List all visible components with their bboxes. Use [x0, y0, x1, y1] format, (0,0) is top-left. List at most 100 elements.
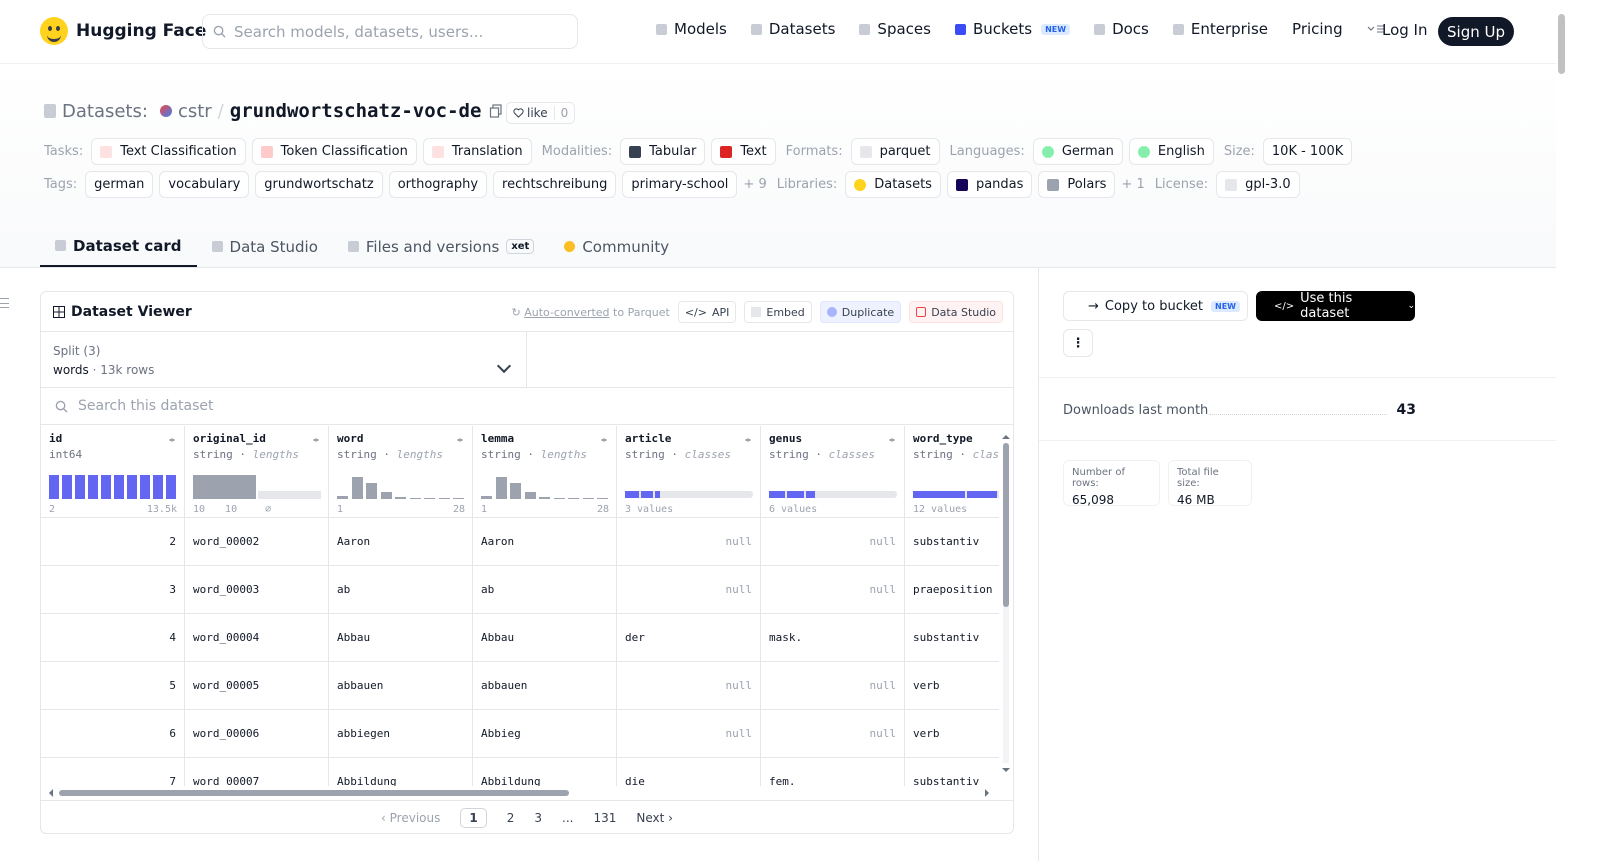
scroll-thumb[interactable] — [1003, 443, 1009, 607]
table-cell-original-id[interactable]: word_00003 — [185, 566, 329, 614]
nav-buckets[interactable]: Buckets NEW — [954, 20, 1071, 38]
table-cell-id[interactable]: 5 — [41, 662, 185, 710]
repo-owner-link[interactable]: cstr — [178, 101, 212, 122]
histogram-id[interactable] — [49, 473, 177, 499]
table-vertical-scrollbar[interactable] — [1002, 431, 1010, 776]
more-options-button[interactable]: ⋮ — [1063, 329, 1093, 357]
table-cell-article[interactable]: null — [617, 518, 761, 566]
auto-converted-link[interactable]: Auto-converted — [524, 306, 609, 319]
nav-pricing[interactable]: Pricing — [1292, 20, 1343, 38]
histogram-lemma[interactable] — [481, 473, 609, 499]
size-chip[interactable]: 10K - 100K — [1262, 138, 1353, 165]
tag-chip[interactable]: german — [85, 171, 154, 198]
signup-button[interactable]: Sign Up — [1438, 17, 1514, 46]
table-row[interactable]: 6 word_00006 abbiegen Abbieg null null verb — [41, 710, 999, 758]
table-cell-lemma[interactable]: Abbau — [473, 614, 617, 662]
scroll-left-arrow[interactable] — [45, 789, 53, 797]
tag-chip[interactable]: orthography — [388, 171, 488, 198]
use-this-dataset-button[interactable]: </> Use this dataset ⌄ — [1256, 291, 1415, 321]
table-cell-word-type[interactable]: substantiv — [905, 614, 999, 662]
tag-chip[interactable]: vocabulary — [159, 171, 250, 198]
tab-dataset-card[interactable]: Dataset card — [40, 226, 197, 267]
split-selector[interactable]: Split (3) words · 13k rows — [41, 332, 1013, 388]
table-cell-id[interactable]: 4 — [41, 614, 185, 662]
page-button-3[interactable]: 3 — [534, 811, 542, 825]
page-button-2[interactable]: 2 — [507, 811, 515, 825]
language-chip-german[interactable]: German — [1032, 138, 1123, 165]
table-cell-article[interactable]: der — [617, 614, 761, 662]
table-horizontal-scrollbar[interactable] — [45, 788, 997, 798]
table-cell-word-type[interactable]: substantiv — [905, 758, 999, 786]
table-cell-original-id[interactable]: word_00006 — [185, 710, 329, 758]
task-chip-translation[interactable]: Translation — [422, 138, 532, 165]
histogram-original-id[interactable] — [193, 473, 321, 499]
table-cell-genus[interactable]: null — [761, 662, 905, 710]
tab-data-studio[interactable]: Data Studio — [197, 226, 333, 267]
page-button-last[interactable]: 131 — [593, 811, 616, 825]
format-chip-parquet[interactable]: parquet — [850, 138, 940, 165]
table-cell-word-type[interactable]: praeposition — [905, 566, 999, 614]
tab-community[interactable]: Community — [549, 226, 684, 267]
page-scroll-thumb[interactable] — [1558, 14, 1565, 74]
data-studio-button[interactable]: Data Studio — [909, 301, 1003, 323]
table-cell-word[interactable]: Abbau — [329, 614, 473, 662]
table-cell-genus[interactable]: null — [761, 710, 905, 758]
table-cell-original-id[interactable]: word_00002 — [185, 518, 329, 566]
dataset-search-input[interactable]: Search this dataset — [41, 388, 1013, 425]
table-cell-genus[interactable]: null — [761, 518, 905, 566]
libraries-more-button[interactable]: + 1 — [1121, 177, 1144, 192]
tag-chip[interactable]: primary-school — [622, 171, 738, 198]
table-cell-word[interactable]: Abbildung — [329, 758, 473, 786]
page-button-1[interactable]: 1 — [460, 807, 487, 828]
copy-to-bucket-button[interactable]: → Copy to bucket NEW — [1063, 291, 1248, 321]
table-cell-genus[interactable]: null — [761, 566, 905, 614]
column-header-word[interactable]: word string · lengths 1 28 — [329, 426, 473, 518]
table-cell-word[interactable]: ab — [329, 566, 473, 614]
table-cell-id[interactable]: 2 — [41, 518, 185, 566]
library-chip-polars[interactable]: Polars — [1038, 171, 1116, 198]
histogram-word[interactable] — [337, 473, 465, 499]
sort-icon[interactable] — [457, 435, 464, 445]
page-scrollbar[interactable] — [1556, 0, 1568, 861]
table-cell-word-type[interactable]: verb — [905, 662, 999, 710]
repo-type-link[interactable]: Datasets: — [62, 101, 148, 122]
table-cell-lemma[interactable]: abbauen — [473, 662, 617, 710]
table-cell-lemma[interactable]: Abbildung — [473, 758, 617, 786]
table-cell-article[interactable]: null — [617, 662, 761, 710]
table-cell-genus[interactable]: fem. — [761, 758, 905, 786]
nav-models[interactable]: Models — [656, 20, 727, 38]
nav-datasets[interactable]: Datasets — [750, 20, 835, 38]
column-header-article[interactable]: article string · classes 3 values — [617, 426, 761, 518]
table-row[interactable]: 4 word_00004 Abbau Abbau der mask. substantiv — [41, 614, 999, 662]
scroll-right-arrow[interactable] — [985, 789, 993, 797]
tab-files-and-versions[interactable]: Files and versions xet — [333, 226, 549, 267]
sort-icon[interactable] — [745, 435, 752, 445]
modality-chip-tabular[interactable]: Tabular — [620, 138, 706, 165]
table-cell-article[interactable]: die — [617, 758, 761, 786]
table-cell-article[interactable]: null — [617, 566, 761, 614]
table-cell-lemma[interactable]: ab — [473, 566, 617, 614]
library-chip-pandas[interactable]: pandas — [946, 171, 1033, 198]
modality-chip-text[interactable]: Text — [711, 138, 776, 165]
scroll-up-arrow[interactable] — [1002, 431, 1010, 439]
library-chip-datasets[interactable]: Datasets — [845, 171, 941, 198]
table-cell-original-id[interactable]: word_00004 — [185, 614, 329, 662]
tag-chip[interactable]: grundwortschatz — [255, 171, 383, 198]
table-row[interactable]: 3 word_00003 ab ab null null praeposition — [41, 566, 999, 614]
table-cell-lemma[interactable]: Abbieg — [473, 710, 617, 758]
table-cell-word[interactable]: Aaron — [329, 518, 473, 566]
class-bar-article[interactable] — [625, 473, 753, 499]
api-button[interactable]: </> API — [677, 301, 737, 323]
copy-icon[interactable] — [489, 104, 503, 118]
table-cell-original-id[interactable]: word_00005 — [185, 662, 329, 710]
column-header-genus[interactable]: genus string · classes 6 values — [761, 426, 905, 518]
tag-chip[interactable]: rechtschreibung — [493, 171, 617, 198]
scroll-thumb[interactable] — [59, 790, 569, 796]
class-bar-genus[interactable] — [769, 473, 897, 499]
next-page-button[interactable]: Next › — [636, 811, 673, 825]
table-cell-id[interactable]: 7 — [41, 758, 185, 786]
table-cell-word[interactable]: abbauen — [329, 662, 473, 710]
embed-button[interactable]: Embed — [744, 301, 812, 323]
table-cell-genus[interactable]: mask. — [761, 614, 905, 662]
scroll-down-arrow[interactable] — [1002, 768, 1010, 776]
